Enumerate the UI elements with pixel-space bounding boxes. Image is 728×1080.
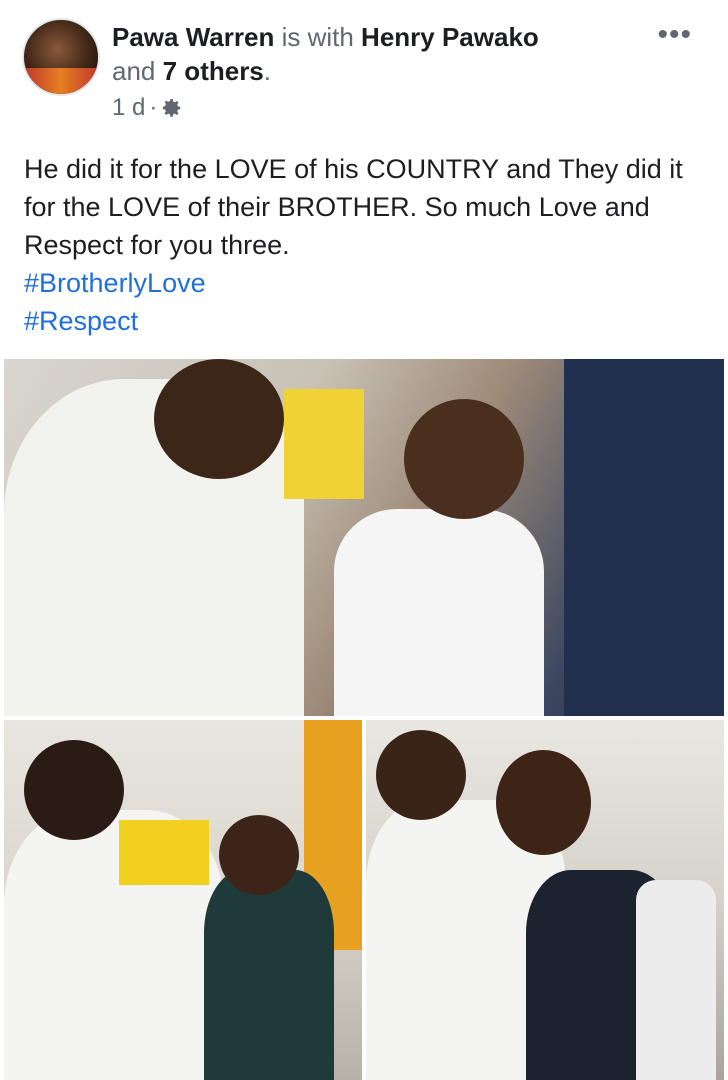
- post-body: He did it for the LOVE of his COUNTRY an…: [24, 150, 714, 340]
- post-time[interactable]: 1 d: [112, 94, 145, 122]
- author-name[interactable]: Pawa Warren: [112, 22, 274, 52]
- author-avatar[interactable]: [22, 18, 100, 96]
- photo-bottom-left[interactable]: [4, 720, 362, 1080]
- photo-shape: [154, 359, 284, 479]
- photo-bottom-right[interactable]: [366, 720, 724, 1080]
- hashtag-respect[interactable]: #Respect: [24, 302, 714, 340]
- tagged-others[interactable]: 7 others: [163, 56, 264, 86]
- photo-shape: [334, 509, 544, 716]
- photo-shape: [219, 815, 299, 895]
- post-text: He did it for the LOVE of his COUNTRY an…: [24, 154, 683, 260]
- post-header: Pawa Warren is with Henry Pawako and 7 o…: [0, 0, 728, 140]
- author-line: Pawa Warren is with Henry Pawako and 7 o…: [112, 20, 652, 88]
- photo-shape: [24, 740, 124, 840]
- photo-grid: [0, 357, 728, 1080]
- photo-shape: [204, 870, 334, 1080]
- photo-shape: [376, 730, 466, 820]
- photo-shape: [564, 359, 724, 716]
- tagged-name[interactable]: Henry Pawako: [361, 22, 539, 52]
- photo-shape: [119, 820, 209, 885]
- and-text: and: [112, 56, 156, 86]
- more-options-icon[interactable]: •••: [657, 20, 692, 50]
- photo-shape: [284, 389, 364, 499]
- gear-icon[interactable]: [161, 97, 183, 119]
- meta-dot: ·: [149, 94, 158, 121]
- photo-shape: [496, 750, 591, 855]
- photo-shape: [404, 399, 524, 519]
- hashtag-brotherlylove[interactable]: #BrotherlyLove: [24, 264, 714, 302]
- period: .: [263, 56, 272, 86]
- with-text: is with: [281, 22, 354, 52]
- photo-main[interactable]: [4, 359, 724, 716]
- photo-shape: [636, 880, 716, 1080]
- post-meta: 1 d ·: [112, 94, 183, 122]
